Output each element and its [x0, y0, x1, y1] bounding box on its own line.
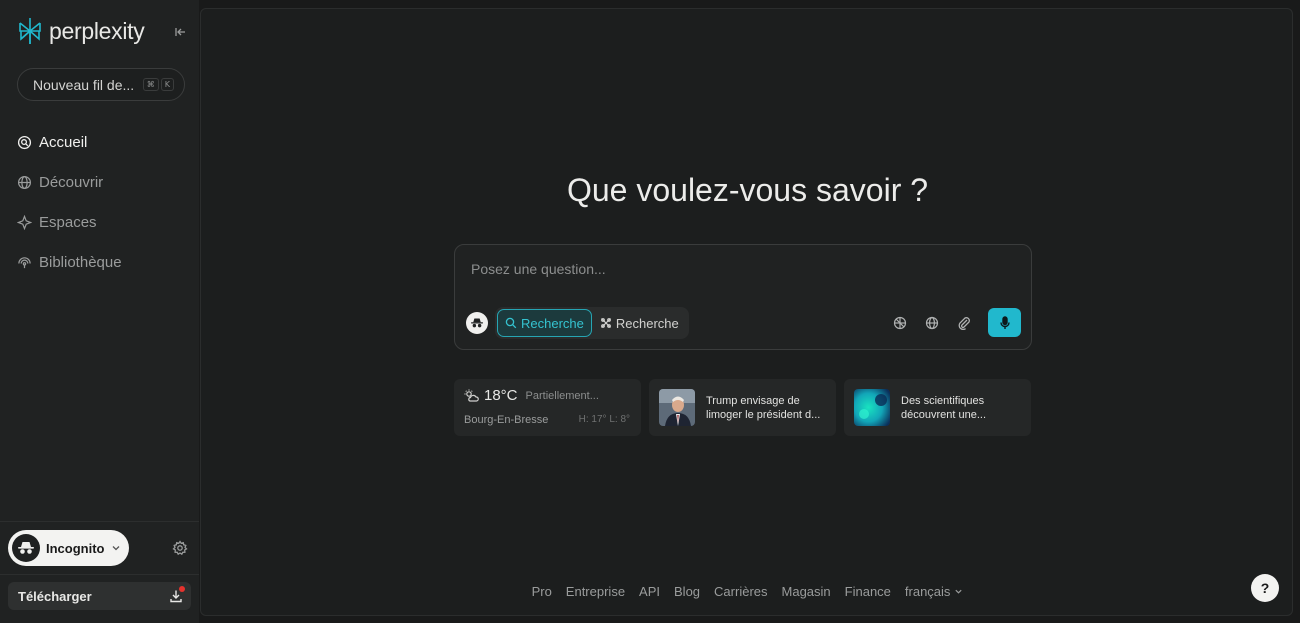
search-box: Recherche Recherche	[454, 244, 1032, 350]
sidebar-nav: Accueil Découvrir Espaces Bibliothèque	[17, 122, 122, 282]
help-button[interactable]: ?	[1251, 574, 1279, 602]
page-title: Que voulez-vous savoir ?	[566, 172, 929, 208]
sidebar-item-label: Bibliothèque	[39, 253, 122, 271]
sidebar-item-label: Découvrir	[39, 173, 104, 191]
perplexity-logo-icon	[19, 18, 41, 44]
footer-link-pro[interactable]: Pro	[532, 584, 552, 599]
download-app-button[interactable]: Télécharger	[8, 582, 191, 610]
sidebar-item-espaces[interactable]: Espaces	[17, 202, 122, 242]
footer-link-entreprise[interactable]: Entreprise	[566, 584, 625, 599]
model-selector-icon[interactable]	[892, 315, 908, 331]
collapse-sidebar-button[interactable]	[170, 22, 190, 42]
sidebar-item-bibliotheque[interactable]: Bibliothèque	[17, 242, 122, 282]
news-photo-image	[854, 389, 890, 426]
footer-link-carrieres[interactable]: Carrières	[714, 584, 767, 599]
gear-icon[interactable]	[172, 540, 188, 556]
footer-link-api[interactable]: API	[639, 584, 660, 599]
search-icon	[505, 317, 517, 329]
search-mode-button[interactable]: Recherche	[497, 309, 592, 337]
new-thread-button[interactable]: Nouveau fil de... ⌘ K	[17, 68, 185, 101]
news-card[interactable]: Trump envisage de limoger le président d…	[649, 379, 836, 436]
search-mode-label: Recherche	[521, 315, 584, 331]
avatar	[12, 534, 40, 562]
globe-icon[interactable]	[924, 315, 940, 331]
footer-link-magasin[interactable]: Magasin	[782, 584, 831, 599]
new-thread-label: Nouveau fil de...	[33, 76, 135, 93]
sidebar-item-label: Accueil	[39, 133, 88, 151]
sidebar: perplexity Nouveau fil de... ⌘ K Accueil…	[0, 0, 199, 623]
sidebar-divider	[0, 574, 199, 575]
search-mode-selector: Recherche Recherche	[495, 307, 689, 339]
weather-city: Bourg-En-Bresse	[464, 414, 549, 426]
weather-temperature: 18°C	[484, 387, 518, 404]
incognito-icon	[18, 542, 34, 554]
sidebar-item-label: Espaces	[39, 213, 97, 231]
footer-link-finance[interactable]: Finance	[845, 584, 891, 599]
globe-icon	[17, 175, 32, 189]
library-icon	[18, 256, 31, 268]
deep-research-mode-button[interactable]: Recherche	[598, 309, 681, 337]
news-headline: Trump envisage de limoger le président d…	[706, 395, 821, 421]
weather-header: 18°C Partiellement...	[464, 387, 599, 404]
incognito-label: Incognito	[46, 540, 105, 556]
shortcut-key-k: K	[160, 78, 174, 91]
language-label: français	[904, 584, 951, 599]
weather-card[interactable]: 18°C Partiellement... Bourg-En-Bresse H:…	[454, 379, 641, 436]
research-icon	[600, 318, 611, 328]
sidebar-divider	[0, 521, 199, 522]
search-circle-icon	[17, 135, 32, 149]
incognito-indicator[interactable]	[466, 312, 488, 334]
search-input[interactable]	[469, 257, 1013, 281]
deep-research-label: Recherche	[615, 315, 679, 331]
news-thumbnail	[659, 389, 695, 426]
news-photo-image	[659, 389, 695, 426]
language-selector[interactable]: français	[905, 584, 964, 599]
paperclip-icon[interactable]	[956, 315, 972, 331]
voice-input-button[interactable]	[988, 308, 1021, 337]
chevron-down-icon	[955, 589, 963, 594]
sidebar-item-accueil[interactable]: Accueil	[17, 122, 122, 162]
incognito-icon	[471, 318, 483, 328]
notification-dot	[179, 586, 185, 592]
news-thumbnail	[854, 389, 890, 426]
main-panel: Que voulez-vous savoir ? Recherche Reche…	[200, 8, 1293, 616]
footer-links: Pro Entreprise API Blog Carrières Magasi…	[201, 584, 1294, 599]
sidebar-item-decouvrir[interactable]: Découvrir	[17, 162, 122, 202]
chevron-down-icon	[112, 546, 120, 551]
weather-description: Partiellement...	[525, 389, 599, 402]
shortcut-key-cmd: ⌘	[142, 78, 159, 91]
partly-cloudy-icon	[464, 389, 479, 402]
incognito-profile-button[interactable]: Incognito	[8, 530, 129, 566]
microphone-icon	[999, 315, 1010, 329]
news-card[interactable]: Des scientifiques découvrent une...	[844, 379, 1031, 436]
brand-logo[interactable]: perplexity	[17, 17, 145, 45]
weather-high-low: H: 17° L: 8°	[578, 414, 630, 425]
download-label: Télécharger	[18, 588, 92, 604]
footer-link-blog[interactable]: Blog	[674, 584, 700, 599]
brand-name: perplexity	[49, 17, 145, 44]
spaces-icon	[17, 214, 32, 230]
collapse-icon	[175, 28, 185, 36]
news-headline: Des scientifiques découvrent une...	[901, 395, 987, 421]
